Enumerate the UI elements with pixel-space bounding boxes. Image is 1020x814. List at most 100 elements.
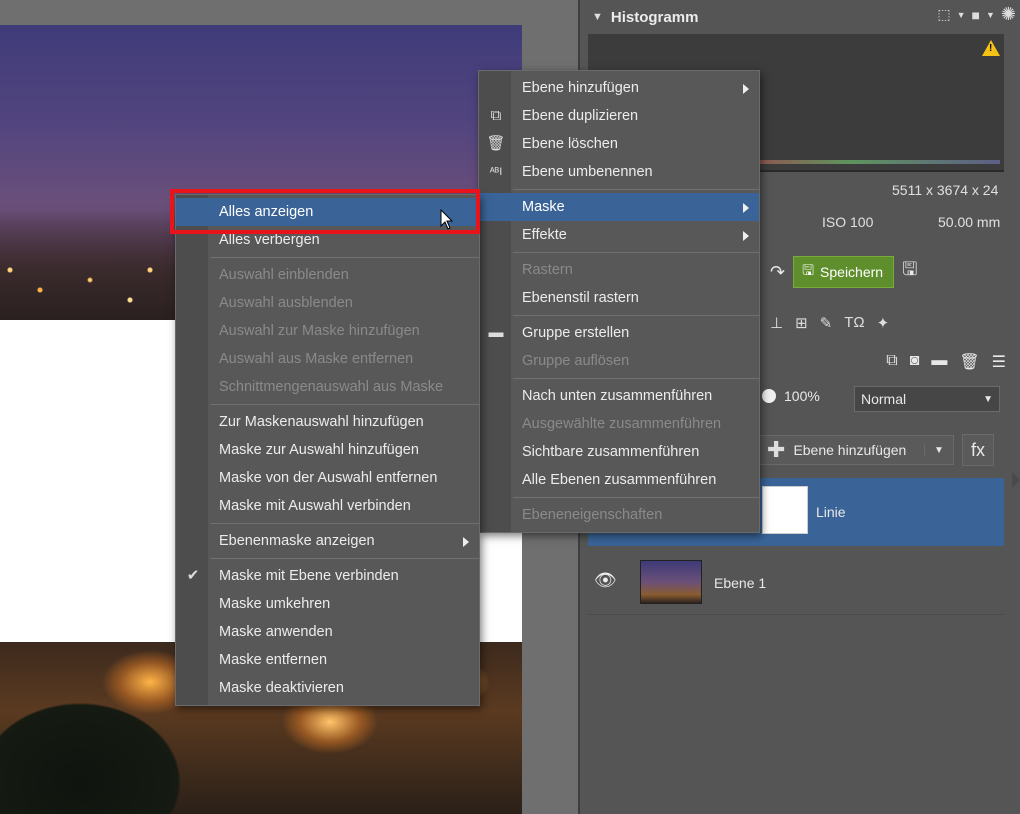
duplicate-icon: ⧉ (490, 107, 502, 124)
stamp-icon[interactable]: ⊥ (770, 314, 783, 332)
folder-icon[interactable]: ▬ (931, 352, 947, 372)
layer-tools: ⊥ ⊞ ✎ TΩ ✦ (770, 314, 889, 332)
menu-item-show-layer-mask[interactable]: Ebenenmaske anzeigen (176, 527, 479, 555)
fx-button[interactable]: fx (962, 434, 994, 466)
channel-icon[interactable]: ■ (972, 7, 980, 23)
menu-separator (513, 378, 759, 379)
panel-expand-icon[interactable] (1012, 472, 1020, 488)
submenu-arrow-icon (743, 84, 749, 94)
submenu-arrow-icon (463, 537, 469, 547)
eye-icon[interactable]: 👁 (594, 570, 617, 591)
menu-item-rasterize: Rastern (522, 262, 573, 278)
image-dimensions: 5511 x 3674 x 24 (892, 182, 999, 198)
mask-submenu: Alles anzeigen Alles verbergen Auswahl e… (175, 194, 480, 706)
annotation-highlight-box (170, 189, 480, 234)
text-icon[interactable]: TΩ (844, 314, 864, 332)
opacity-slider[interactable]: 100% (762, 388, 820, 404)
slider-knob[interactable] (762, 389, 776, 403)
save-as-icon[interactable]: 🖫 (902, 257, 917, 287)
layer-thumbnail (762, 486, 808, 534)
menu-separator (513, 189, 759, 190)
mouse-cursor-icon (440, 209, 454, 230)
submenu-arrow-icon (743, 231, 749, 241)
layer-name: Linie (816, 504, 846, 520)
menu-separator (210, 404, 479, 405)
menu-item-add-selection-to-mask: Auswahl zur Maske hinzufügen (219, 323, 420, 339)
menu-item-duplicate-layer[interactable]: ⧉ Ebene duplizieren (479, 102, 759, 130)
submenu-arrow-icon (743, 203, 749, 213)
menu-item-invert-mask[interactable]: Maske umkehren (176, 590, 479, 618)
menu-item-remove-mask-from-selection[interactable]: Maske von der Auswahl entfernen (176, 464, 479, 492)
menu-item-hide-selection: Auswahl ausblenden (219, 295, 353, 311)
menu-separator (210, 558, 479, 559)
menu-item-rename-layer[interactable]: ᴬᴮI Ebene umbenennen (479, 158, 759, 186)
chevron-down-icon[interactable]: ▼ (986, 10, 995, 20)
iso-value: ISO 100 (822, 214, 874, 230)
menu-item-delete-mask[interactable]: Maske entfernen (176, 646, 479, 674)
transform-icon[interactable]: ⊞ (795, 314, 808, 332)
plus-icon: ✚ (767, 437, 786, 462)
menu-separator (513, 315, 759, 316)
add-layer-label: Ebene hinzufügen (793, 442, 907, 458)
floppy-icon: 🖫 (802, 262, 815, 278)
menu-item-remove-selection-from-mask: Auswahl aus Maske entfernen (219, 351, 414, 367)
warning-icon: ! (982, 40, 1000, 56)
menu-item-apply-mask[interactable]: Maske anwenden (176, 618, 479, 646)
menu-item-merge-selected: Ausgewählte zusammenführen (522, 416, 722, 432)
menu-item-create-group[interactable]: ▬ Gruppe erstellen (479, 319, 759, 347)
checkmark-icon: ✔ (186, 567, 200, 584)
menu-item-effects[interactable]: Effekte (479, 221, 759, 249)
chevron-down-icon[interactable]: ▼ (924, 444, 953, 456)
settings-icon[interactable]: ✺ (1001, 4, 1016, 25)
trash-icon[interactable]: 🗑 (959, 352, 979, 372)
mask-icon[interactable]: ◙ (910, 352, 920, 372)
menu-item-add-to-mask-selection[interactable]: Zur Maskenauswahl hinzufügen (176, 408, 479, 436)
menu-item-ungroup: Gruppe auflösen (522, 353, 630, 369)
menu-item-add-layer[interactable]: Ebene hinzufügen (479, 74, 759, 102)
layer-toolbar: ⧉ ◙ ▬ 🗑 ☰ (886, 352, 1006, 372)
menu-item-reveal-selection: Auswahl einblenden (219, 267, 349, 283)
save-button[interactable]: 🖫 Speichern (793, 256, 895, 288)
effects-icon[interactable]: ✦ (877, 314, 890, 332)
layer-name: Ebene 1 (714, 575, 767, 591)
menu-item-delete-layer[interactable]: 🗑 Ebene löschen (479, 130, 759, 158)
menu-separator (513, 497, 759, 498)
menu-icon[interactable]: ☰ (992, 352, 1006, 372)
chevron-down-icon: ▼ (983, 393, 993, 405)
clipping-icon[interactable]: ⬚ (937, 6, 950, 23)
opacity-value: 100% (784, 388, 820, 404)
menu-item-mask[interactable]: Maske (479, 193, 759, 221)
brush-icon[interactable]: ✎ (820, 314, 833, 332)
menu-item-merge-visible[interactable]: Sichtbare zusammenführen (479, 438, 759, 466)
layer-row[interactable]: 👁 Ebene 1 (588, 550, 1004, 615)
add-layer-button[interactable]: ✚ Ebene hinzufügen ▼ (758, 435, 954, 465)
menu-item-intersect-selection: Schnittmengenauswahl aus Maske (219, 379, 444, 395)
duplicate-layer-icon[interactable]: ⧉ (886, 352, 897, 372)
rename-icon: ᴬᴮI (489, 166, 503, 178)
menu-item-mask-to-selection[interactable]: Maske zur Auswahl hinzufügen (176, 436, 479, 464)
menu-item-disable-mask[interactable]: Maske deaktivieren (176, 674, 479, 702)
collapse-icon[interactable]: ▼ (592, 11, 603, 23)
menu-item-merge-down[interactable]: Nach unten zusammenführen (479, 382, 759, 410)
trash-icon: 🗑 (486, 135, 506, 152)
menu-item-combine-mask-selection[interactable]: Maske mit Auswahl verbinden (176, 492, 479, 520)
menu-separator (210, 523, 479, 524)
save-row: ↷ 🖫 Speichern 🖫 (770, 256, 917, 288)
folder-icon: ▬ (488, 324, 504, 341)
layer-thumbnail (640, 560, 702, 604)
menu-separator (210, 257, 479, 258)
rotate-icon[interactable]: ↷ (770, 262, 785, 283)
menu-item-link-mask[interactable]: ✔ Maske mit Ebene verbinden (176, 562, 479, 590)
chevron-down-icon[interactable]: ▼ (957, 10, 966, 20)
histogram-curve (748, 160, 1000, 164)
focal-length: 50.00 mm (938, 214, 1001, 230)
histogram-tools: ⬚ ▼ ■ ▼ ✺ (937, 4, 1016, 25)
menu-item-rasterize-style[interactable]: Ebenenstil rastern (479, 284, 759, 312)
blend-mode-value: Normal (861, 391, 907, 407)
menu-item-layer-properties: Ebeneneigenschaften (522, 507, 663, 523)
layer-context-menu: Ebene hinzufügen ⧉ Ebene duplizieren 🗑 Ebe… (478, 70, 760, 533)
menu-item-merge-all[interactable]: Alle Ebenen zusammenführen (479, 466, 759, 494)
add-layer-row: ✚ Ebene hinzufügen ▼ fx (758, 434, 994, 466)
save-label: Speichern (820, 264, 884, 280)
blend-mode-select[interactable]: Normal ▼ (854, 386, 1000, 412)
